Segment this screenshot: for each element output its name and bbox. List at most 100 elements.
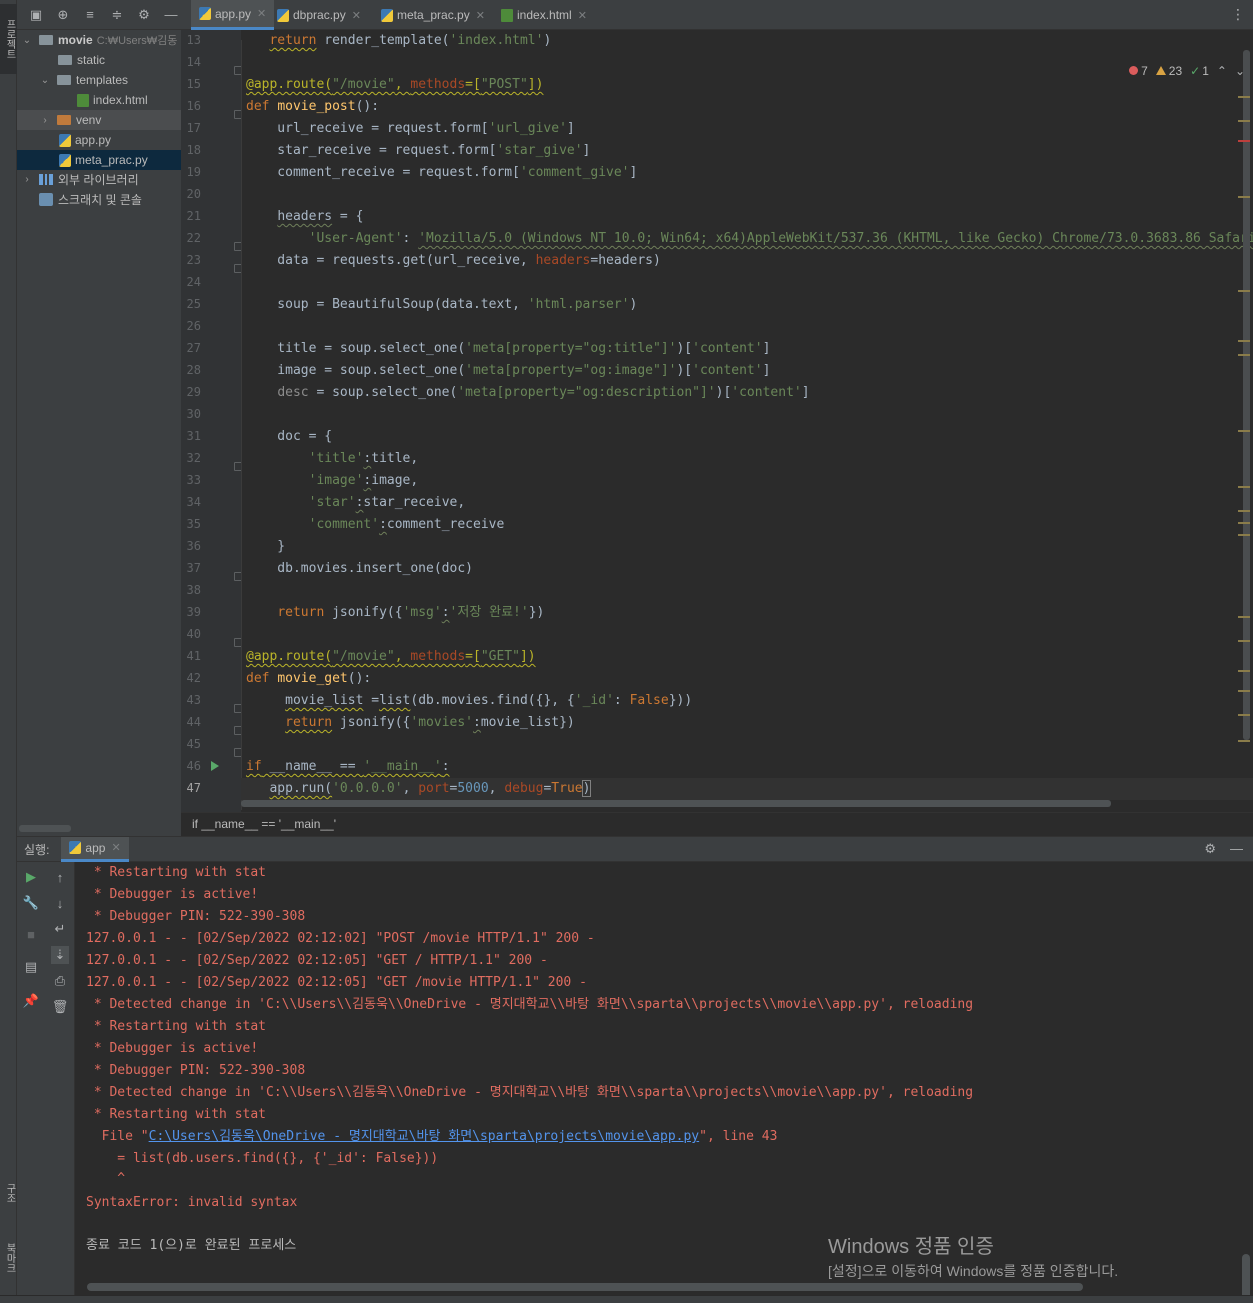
bottom-tool-strip — [0, 1295, 1253, 1303]
stripe-mark[interactable] — [1238, 196, 1250, 198]
layout-icon[interactable]: ▤ — [22, 958, 40, 976]
line-number: 20 — [186, 187, 201, 201]
more-tabs-icon[interactable]: ⋮ — [1231, 6, 1245, 23]
tree-item-label: static — [77, 53, 106, 67]
code-breadcrumb[interactable]: if __name__ == '__main__' — [181, 812, 1253, 836]
project-tool-tab[interactable]: 프로젝트 — [0, 4, 17, 74]
ok-count[interactable]: ✓ 1 — [1190, 64, 1209, 78]
tree-item-meta-prac-py[interactable]: meta_prac.py — [17, 150, 181, 170]
stripe-mark[interactable] — [1238, 640, 1250, 642]
tab-meta-prac-py[interactable]: meta_prac.py ✕ — [373, 0, 493, 30]
stripe-mark[interactable] — [1238, 522, 1250, 524]
stripe-mark[interactable] — [1238, 714, 1250, 716]
line-number: 44 — [186, 715, 201, 729]
stripe-mark[interactable] — [1238, 690, 1250, 692]
line-number: 34 — [186, 495, 201, 509]
rerun-icon[interactable]: ▶ — [22, 868, 40, 886]
console-horizontal-scrollbar[interactable] — [87, 1283, 1083, 1291]
gear-icon[interactable]: ⚙ — [135, 6, 153, 24]
stripe-mark[interactable] — [1238, 96, 1250, 98]
line-number: 24 — [186, 275, 201, 289]
windows-activation-watermark: Windows 정품 인증 [설정]으로 이동하여 Windows를 정품 인증… — [828, 1230, 1118, 1281]
gear-icon[interactable]: ⚙ — [1204, 841, 1216, 857]
wrench-icon[interactable]: 🔧 — [22, 894, 40, 912]
down-arrow-icon[interactable]: ↓ — [51, 894, 69, 912]
code-editor[interactable]: return render_template('index.html') @ap… — [241, 30, 1253, 812]
stripe-mark[interactable] — [1238, 670, 1250, 672]
tree-item-app-py[interactable]: app.py — [17, 130, 181, 150]
warning-count[interactable]: 23 — [1155, 64, 1182, 78]
stripe-mark[interactable] — [1238, 616, 1250, 618]
tab-label: index.html — [517, 8, 572, 22]
close-icon[interactable]: ✕ — [352, 9, 361, 22]
chevron-down-icon[interactable]: ⌄ — [21, 35, 33, 46]
stripe-mark[interactable] — [1238, 290, 1250, 292]
close-icon[interactable]: ✕ — [578, 9, 587, 22]
stop-icon[interactable]: ■ — [22, 925, 40, 943]
tree-item-scratches[interactable]: 스크래치 및 콘솔 — [17, 189, 181, 209]
expand-all-icon[interactable]: ≡ — [81, 6, 99, 24]
code-line: desc = soup.select_one('meta[property="o… — [277, 385, 810, 400]
scroll-to-end-icon[interactable]: ⇣ — [51, 946, 69, 964]
tree-item-index-html[interactable]: index.html — [17, 90, 181, 110]
bookmarks-tool-tab[interactable]: 북마크 — [0, 1230, 17, 1285]
print-icon[interactable]: ⎙ — [51, 972, 69, 990]
tree-root-movie[interactable]: ⌄ movie C:₩Users₩김동 — [17, 30, 181, 50]
tab-index-html[interactable]: index.html ✕ — [493, 0, 595, 30]
project-horizontal-scrollbar[interactable] — [19, 825, 71, 832]
editor-horizontal-scrollbar[interactable] — [241, 800, 1111, 807]
tree-item-static[interactable]: static — [17, 50, 181, 70]
line-number: 18 — [186, 143, 201, 157]
stripe-mark[interactable] — [1238, 486, 1250, 488]
soft-wrap-icon[interactable]: ↵ — [51, 920, 69, 938]
line-number: 45 — [186, 737, 201, 751]
library-icon — [39, 173, 53, 185]
folder-icon — [57, 75, 71, 85]
minimize-icon[interactable]: — — [162, 6, 180, 24]
line-number: 33 — [186, 473, 201, 487]
line-number: 25 — [186, 297, 201, 311]
line-number: 17 — [186, 121, 201, 135]
tab-dbprac-py[interactable]: dbprac.py ✕ — [269, 0, 369, 30]
stripe-mark[interactable] — [1238, 430, 1250, 432]
stripe-mark[interactable] — [1238, 510, 1250, 512]
chevron-down-icon[interactable]: ⌄ — [39, 75, 51, 86]
tree-item-label: 외부 라이브러리 — [58, 172, 139, 187]
pin-icon[interactable]: 📌 — [22, 992, 40, 1010]
minimize-icon[interactable]: — — [1230, 841, 1243, 857]
error-count[interactable]: 7 — [1129, 64, 1148, 78]
close-icon[interactable]: ✕ — [111, 841, 120, 854]
editor-gutter: 13 14 15 16 17 18 19 20 21 22 23 24 25 26 27 28 29 30 31 32… — [181, 30, 243, 812]
select-opened-file-icon[interactable]: ▣ — [27, 6, 45, 24]
close-icon[interactable]: ✕ — [476, 9, 485, 22]
code-line: return render_template('index.html') — [269, 33, 552, 48]
up-arrow-icon[interactable]: ↑ — [51, 868, 69, 886]
run-gutter-icon[interactable] — [211, 761, 219, 771]
stripe-mark[interactable] — [1238, 120, 1250, 122]
stripe-mark[interactable] — [1238, 140, 1250, 142]
inspection-widget[interactable]: 7 23 ✓ 1 ⌃ ⌄ — [1129, 64, 1245, 78]
structure-tool-tab[interactable]: 구조 — [0, 1170, 17, 1215]
tab-app-py[interactable]: app.py ✕ — [191, 0, 275, 30]
tree-item-external-libraries[interactable]: › 외부 라이브러리 — [17, 169, 181, 189]
stripe-mark[interactable] — [1238, 534, 1250, 536]
stripe-mark[interactable] — [1238, 340, 1250, 342]
tree-item-venv[interactable]: › venv — [17, 110, 181, 130]
code-line: def movie_get(): — [246, 671, 372, 686]
stripe-mark[interactable] — [1238, 740, 1250, 742]
chevron-right-icon[interactable]: › — [39, 115, 51, 126]
collapse-all-icon[interactable]: ≑ — [108, 6, 126, 24]
traceback-file-link[interactable]: C:\Users\김동욱\OneDrive - 명지대학교\바탕 화면\spar… — [149, 1129, 700, 1144]
run-tab-app[interactable]: app ✕ — [61, 836, 129, 862]
crosshair-icon[interactable]: ⊕ — [54, 6, 72, 24]
console-line: * Debugger PIN: 522-390-308 — [86, 909, 306, 924]
chevron-up-icon[interactable]: ⌃ — [1217, 64, 1227, 78]
tree-item-templates[interactable]: ⌄ templates — [17, 70, 181, 90]
console-line: * Debugger is active! — [86, 1041, 259, 1056]
line-number: 23 — [186, 253, 201, 267]
chevron-right-icon[interactable]: › — [21, 174, 33, 185]
stripe-mark[interactable] — [1238, 354, 1250, 356]
trash-icon[interactable]: 🗑 — [51, 998, 69, 1016]
console-line: 127.0.0.1 - - [02/Sep/2022 02:12:02] "PO… — [86, 931, 595, 946]
close-icon[interactable]: ✕ — [257, 7, 266, 20]
